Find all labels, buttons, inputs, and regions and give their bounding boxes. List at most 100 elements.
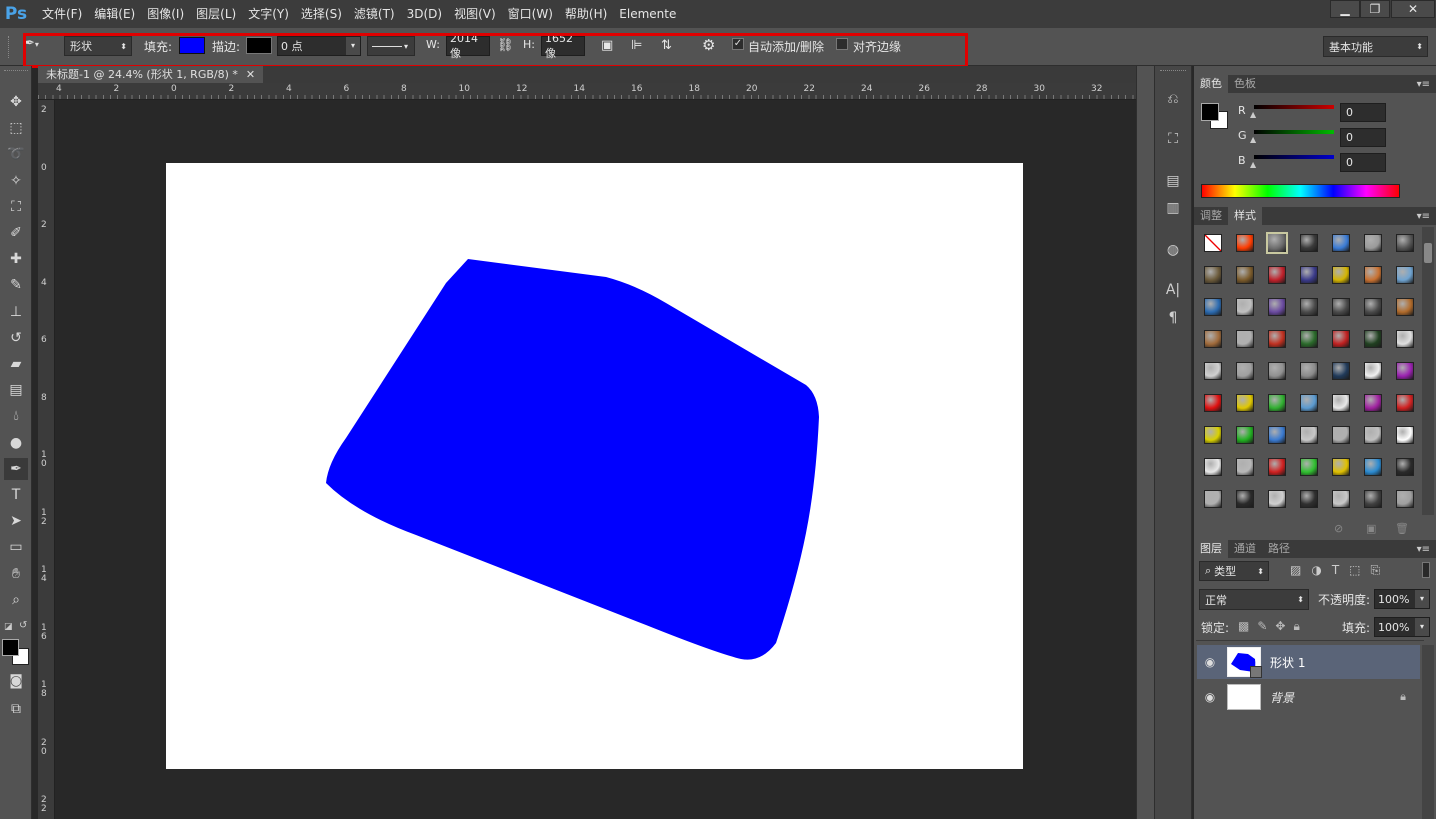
shape-tool-icon[interactable]: ▭: [4, 536, 28, 558]
panel-menu-icon[interactable]: ▾≡: [1417, 544, 1430, 555]
paragraph-icon[interactable]: ¶: [1160, 306, 1186, 330]
layer-filter-select[interactable]: ⌕ 类型 ⬍: [1199, 561, 1269, 581]
stroke-type-picker[interactable]: ▾: [367, 36, 415, 56]
style-swatch-cell[interactable]: [1229, 451, 1261, 483]
brush-presets-icon[interactable]: ◍: [1160, 238, 1186, 262]
style-swatch-cell[interactable]: [1357, 323, 1389, 355]
layer-row-background[interactable]: ◉ 背景 🔒︎: [1197, 680, 1420, 714]
styles-scrollbar[interactable]: [1422, 227, 1434, 515]
style-swatch-cell[interactable]: [1261, 483, 1293, 515]
lasso-tool-icon[interactable]: ➰: [4, 143, 28, 165]
delete-style-icon[interactable]: 🗑: [1395, 522, 1409, 535]
gear-icon[interactable]: ⚙: [702, 36, 715, 54]
channel-value-field[interactable]: 0: [1340, 103, 1386, 122]
style-swatch-cell[interactable]: [1261, 355, 1293, 387]
close-icon[interactable]: ✕: [246, 68, 255, 81]
height-field[interactable]: 1652 像: [541, 32, 585, 60]
layer-row-shape[interactable]: ◉ 形状 1: [1197, 645, 1420, 679]
layer-fill-field[interactable]: 100% ▾: [1374, 617, 1430, 637]
type-filter-icon[interactable]: T: [1332, 563, 1339, 578]
menu-item[interactable]: 帮助(H): [559, 0, 613, 28]
style-swatch-cell[interactable]: [1325, 227, 1357, 259]
dodge-tool-icon[interactable]: ●: [4, 432, 28, 454]
crop-tool-icon[interactable]: ⛶: [4, 196, 28, 218]
style-swatch-cell[interactable]: [1357, 259, 1389, 291]
channel-slider[interactable]: [1254, 155, 1334, 159]
tab-layers[interactable]: 图层: [1194, 540, 1228, 558]
style-swatch-cell[interactable]: [1229, 483, 1261, 515]
stroke-width-field[interactable]: 0 点 ▾: [277, 36, 361, 56]
quick-select-tool-icon[interactable]: ✧: [4, 170, 28, 192]
style-swatch-cell[interactable]: [1229, 291, 1261, 323]
style-swatch-cell[interactable]: [1325, 291, 1357, 323]
style-swatch-cell[interactable]: [1357, 451, 1389, 483]
shape-filter-icon[interactable]: ⬚: [1349, 563, 1360, 578]
tab-swatches[interactable]: 色板: [1228, 75, 1262, 93]
style-swatch-cell[interactable]: [1261, 387, 1293, 419]
style-swatch-cell[interactable]: [1261, 259, 1293, 291]
history-brush-tool-icon[interactable]: ↺: [4, 327, 28, 349]
pixel-filter-icon[interactable]: ▨: [1290, 563, 1301, 578]
style-swatch-cell[interactable]: [1389, 419, 1421, 451]
brush-tool-icon[interactable]: ✎: [4, 274, 28, 296]
slider-handle-icon[interactable]: ▲: [1250, 160, 1256, 169]
tab-channels[interactable]: 通道: [1228, 540, 1262, 558]
swap-colors-icon[interactable]: ↺: [19, 620, 27, 631]
style-swatch-cell[interactable]: [1261, 419, 1293, 451]
tab-styles[interactable]: 样式: [1228, 207, 1262, 225]
default-colors-icon[interactable]: ◪: [4, 622, 13, 632]
style-swatch-cell[interactable]: [1357, 355, 1389, 387]
style-swatch-cell[interactable]: [1229, 259, 1261, 291]
history-icon[interactable]: ⎌: [1160, 87, 1186, 111]
width-field[interactable]: 2014 像: [446, 32, 490, 60]
ruler-horizontal[interactable]: 4 2 0 2 4 6 8 10 12 14 16 18 20 22 24 26 28 30 32: [38, 83, 1136, 100]
slider-handle-icon[interactable]: ▲: [1250, 135, 1256, 144]
quick-mask-icon[interactable]: ◙: [4, 670, 28, 692]
ruler-vertical[interactable]: 2 0 2 4 6 8 10 12 14 16 18 20 22: [38, 100, 55, 819]
3d-icon[interactable]: ⛶: [1160, 127, 1186, 151]
style-swatch-cell[interactable]: [1293, 259, 1325, 291]
menu-item[interactable]: 3D(D): [401, 0, 448, 28]
properties-icon[interactable]: ▤: [1160, 169, 1186, 193]
style-swatch-cell[interactable]: [1261, 323, 1293, 355]
healing-brush-tool-icon[interactable]: ✚: [4, 248, 28, 270]
style-swatch-cell[interactable]: [1389, 259, 1421, 291]
workspace-select[interactable]: 基本功能 ⬍: [1323, 36, 1428, 57]
style-swatch-cell[interactable]: [1389, 227, 1421, 259]
style-swatch-cell[interactable]: [1325, 259, 1357, 291]
auto-add-delete-checkbox[interactable]: ✓: [732, 38, 744, 50]
color-spectrum-bar[interactable]: [1201, 184, 1400, 198]
style-swatch-cell[interactable]: [1357, 227, 1389, 259]
panel-menu-icon[interactable]: ▾≡: [1417, 79, 1430, 90]
fill-color-swatch[interactable]: [179, 37, 205, 54]
scroll-thumb[interactable]: [1424, 243, 1432, 263]
opacity-field[interactable]: 100% ▾: [1374, 589, 1430, 609]
align-edges-checkbox[interactable]: [836, 38, 848, 50]
channel-value-field[interactable]: 0: [1340, 128, 1386, 147]
menu-item[interactable]: 图层(L): [190, 0, 242, 28]
style-swatch-cell[interactable]: [1389, 291, 1421, 323]
eyedropper-tool-icon[interactable]: ✐: [4, 222, 28, 244]
channel-slider[interactable]: [1254, 130, 1334, 134]
style-swatch-cell[interactable]: [1261, 451, 1293, 483]
color-panel-foreground-swatch[interactable]: [1201, 103, 1219, 121]
style-swatch-cell[interactable]: [1389, 483, 1421, 515]
style-swatch-cell[interactable]: [1261, 291, 1293, 323]
document-tab[interactable]: 未标题-1 @ 24.4% (形状 1, RGB/8) * ✕: [38, 66, 264, 83]
menu-item[interactable]: 图像(I): [141, 0, 190, 28]
type-tool-icon[interactable]: T: [4, 484, 28, 506]
path-select-tool-icon[interactable]: ➤: [4, 510, 28, 532]
style-swatch-cell[interactable]: [1293, 387, 1325, 419]
style-swatch-cell[interactable]: [1357, 291, 1389, 323]
blue-shape[interactable]: [326, 259, 819, 660]
smart-object-filter-icon[interactable]: ⎘: [1371, 563, 1381, 578]
style-swatch-cell[interactable]: [1325, 419, 1357, 451]
adjustment-filter-icon[interactable]: ◑: [1311, 563, 1321, 578]
eye-icon[interactable]: ◉: [1197, 690, 1223, 704]
lock-pixels-icon[interactable]: ✎: [1257, 619, 1267, 634]
hand-tool-icon[interactable]: ✋︎: [4, 563, 28, 585]
style-swatch-cell[interactable]: [1325, 323, 1357, 355]
blend-mode-select[interactable]: 正常 ⬍: [1199, 589, 1309, 610]
clear-style-icon[interactable]: ⊘: [1334, 522, 1343, 535]
style-swatch-cell[interactable]: [1197, 451, 1229, 483]
